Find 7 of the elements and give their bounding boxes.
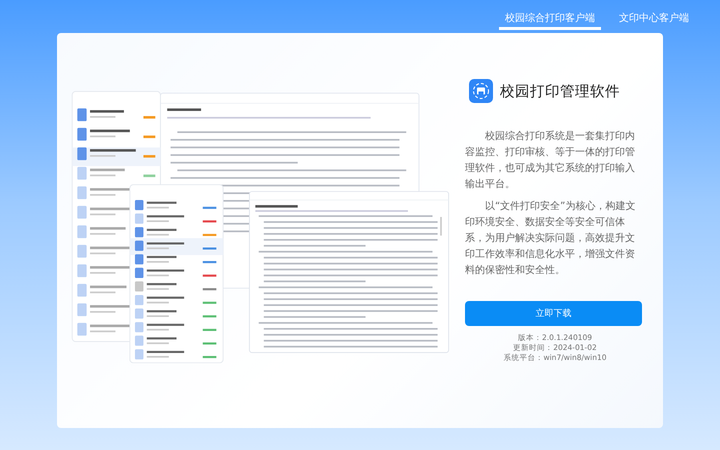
tab[interactable]: 文印中心客户端 [613, 0, 695, 30]
download-button[interactable]: 立即下载 [465, 301, 642, 326]
tab[interactable]: 校园综合打印客户端 [499, 0, 601, 30]
printer-logo-icon [469, 79, 493, 103]
product-title: 校园打印管理软件 [500, 82, 620, 100]
description-paragraph: 以“文件打印安全”为核心，构建文印环境安全、数据安全等安全可信体系，为用户解决实际问题，高效提升文印工作效率和信息化水平，增强文件资料的保密性和安全性。 [465, 200, 636, 278]
description-paragraph: 校园综合打印系统是一套集打印内容监控、打印审核、等于一体的打印管理软件，也可成为其它系统的打印输入输出平台。 [465, 130, 636, 192]
